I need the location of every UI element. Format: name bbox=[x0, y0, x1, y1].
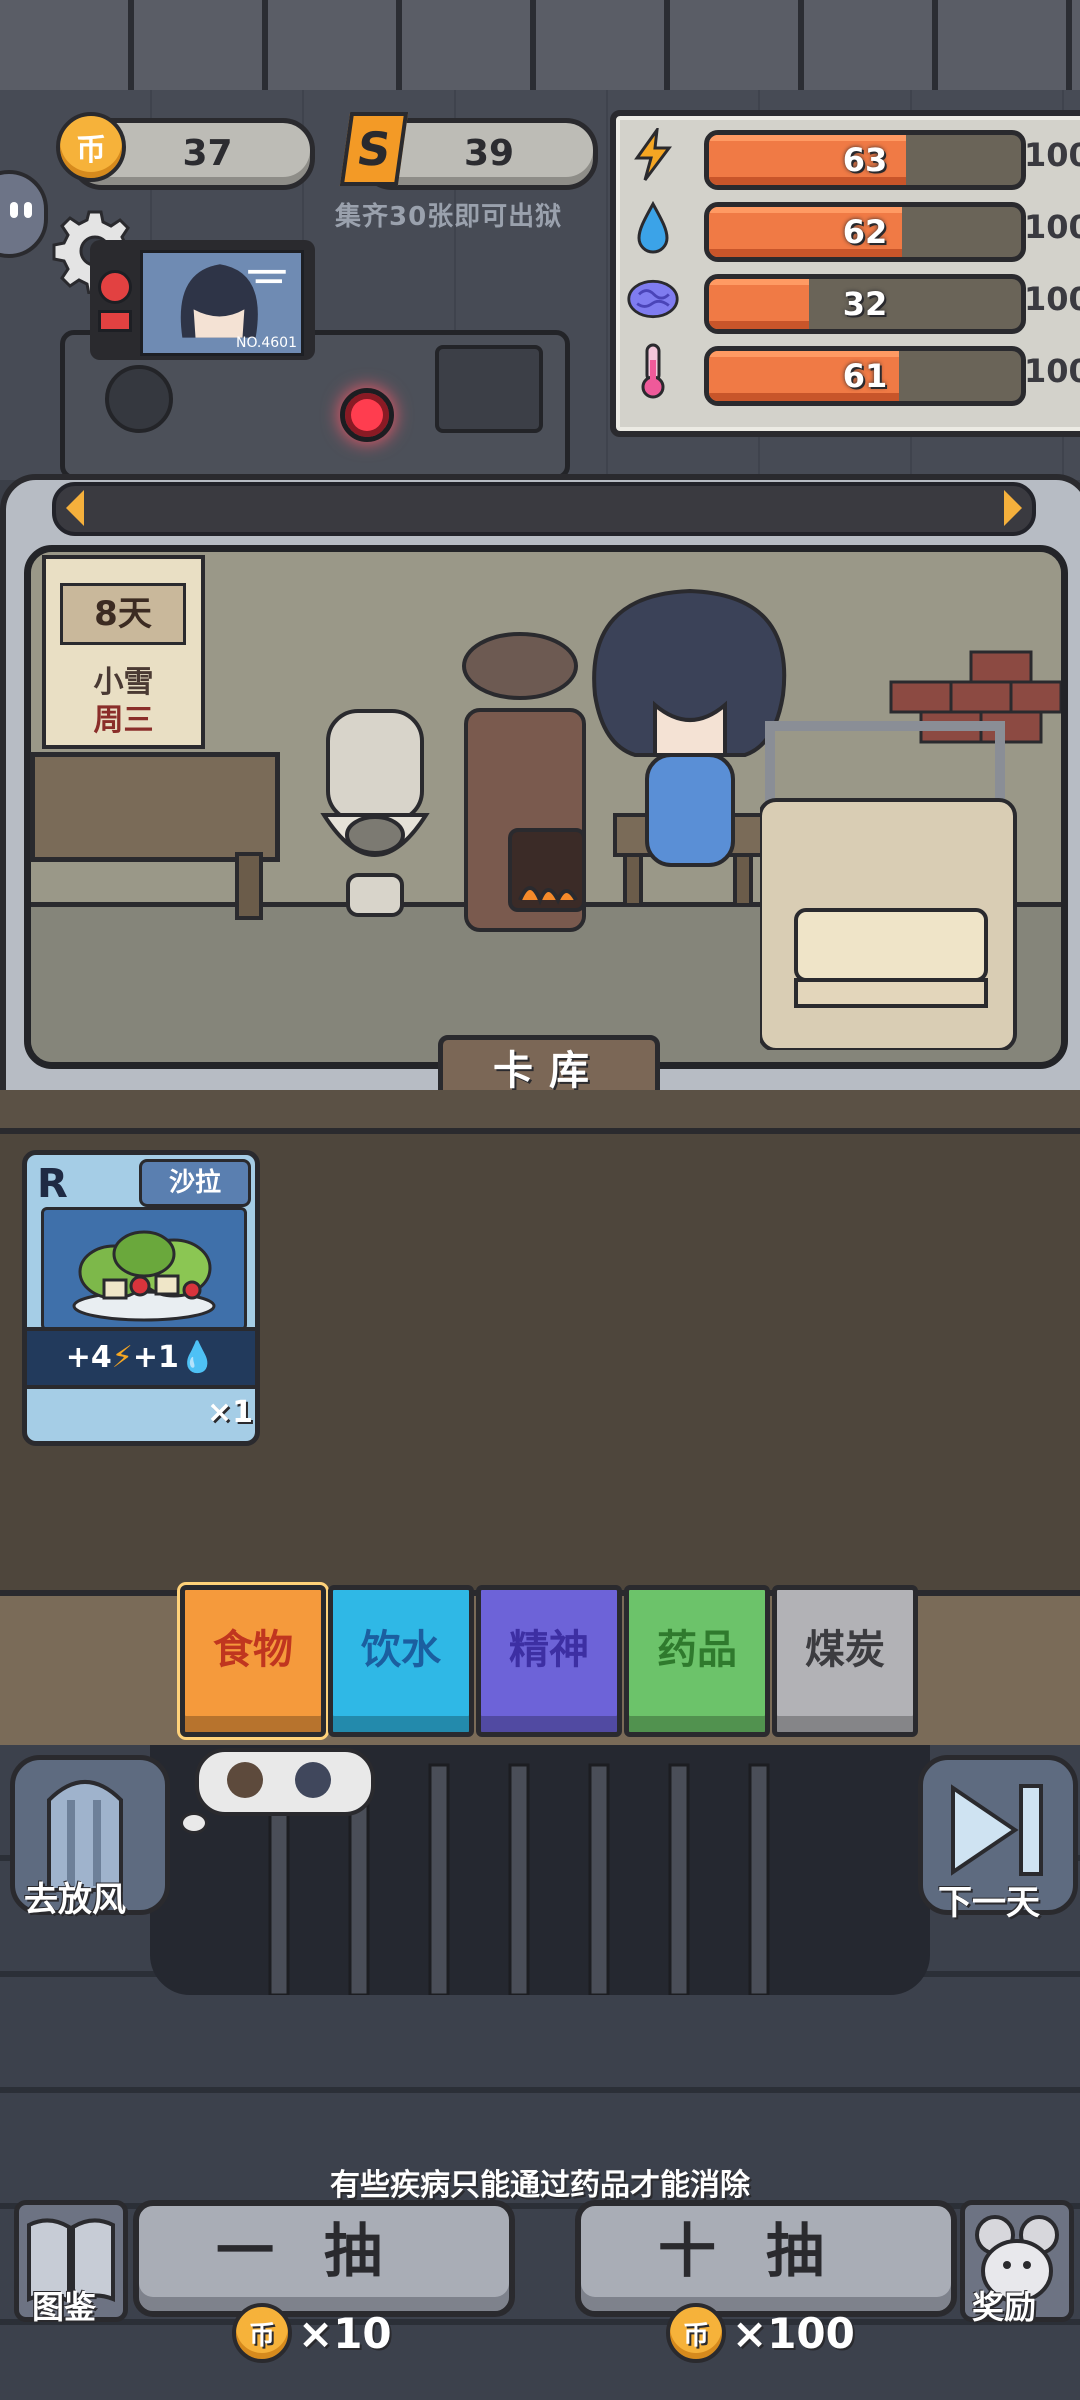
tab-mind[interactable]: 精神 bbox=[476, 1585, 622, 1737]
calendar[interactable]: 8天 小雪 周三 bbox=[42, 555, 205, 749]
calendar-weekday: 周三 bbox=[93, 703, 154, 738]
red-camera-light bbox=[340, 388, 394, 442]
collect-hint: 集齐30张即可出狱 bbox=[335, 202, 563, 232]
draw-ten-button[interactable]: 十抽 bbox=[575, 2200, 957, 2317]
coal-stove[interactable] bbox=[460, 630, 590, 940]
mind-max: 100 bbox=[1024, 280, 1080, 318]
thought-bubble-tail bbox=[180, 1812, 208, 1834]
coin-icon: 币 bbox=[666, 2303, 726, 2363]
energy-bar-track: 63 bbox=[704, 130, 1026, 190]
tab-water[interactable]: 饮水 bbox=[328, 1585, 474, 1737]
temperature-bar-track: 61 bbox=[704, 346, 1026, 406]
status-panel: 63 100 62 100 32 100 61 100 bbox=[610, 110, 1080, 437]
coin-icon: 币 bbox=[56, 112, 126, 182]
water-max: 100 bbox=[1024, 208, 1080, 246]
shard-icon: S bbox=[339, 112, 409, 186]
draw-one-button[interactable]: 一抽 bbox=[133, 2200, 515, 2317]
thermometer-icon bbox=[626, 343, 680, 399]
card-effect-water: +1 bbox=[132, 1340, 179, 1375]
monitor: NO.4601 bbox=[90, 240, 315, 360]
draw-ten-cost: 币 ×100 bbox=[666, 2302, 855, 2364]
card-title: 沙拉 bbox=[139, 1159, 251, 1207]
next-arrow-icon[interactable] bbox=[1004, 490, 1022, 526]
lightning-icon bbox=[626, 128, 680, 182]
coin-icon: 币 bbox=[232, 2303, 292, 2363]
card-rarity: R bbox=[37, 1161, 68, 1207]
mind-value: 32 bbox=[842, 285, 888, 323]
tab-coal[interactable]: 煤炭 bbox=[772, 1585, 918, 1737]
release-label: 去放风 bbox=[24, 1880, 126, 1920]
cell-bed[interactable] bbox=[760, 720, 1030, 1050]
energy-max: 100 bbox=[1024, 136, 1080, 174]
lightning-icon: ⚡ bbox=[111, 1340, 133, 1375]
card-effect-energy: +4 bbox=[65, 1340, 112, 1375]
energy-value: 63 bbox=[842, 141, 888, 179]
brain-icon bbox=[626, 272, 680, 326]
tab-food[interactable]: 食物 bbox=[180, 1585, 326, 1737]
calendar-day: 8天 bbox=[60, 583, 186, 645]
energy-bar: 63 100 bbox=[626, 124, 1080, 190]
thought-bubble bbox=[195, 1748, 375, 1816]
card-salad[interactable]: R 沙拉 +4⚡+1💧 ×1 bbox=[22, 1150, 260, 1446]
water-bar: 62 100 bbox=[626, 196, 1080, 262]
wooden-table bbox=[30, 752, 280, 920]
mind-bar: 32 100 bbox=[626, 268, 1080, 334]
card-count: ×1 bbox=[207, 1395, 254, 1430]
water-drop-icon: 💧 bbox=[178, 1340, 217, 1375]
monitor-label: NO.4601 bbox=[235, 335, 297, 351]
water-value: 62 bbox=[842, 213, 888, 251]
scene-nav-bar bbox=[52, 482, 1036, 536]
next-day-label: 下一天 bbox=[938, 1883, 1040, 1923]
temperature-max: 100 bbox=[1024, 352, 1080, 390]
temperature-value: 61 bbox=[842, 357, 888, 395]
water-drop-icon bbox=[626, 200, 680, 254]
draw-one-cost-value: ×10 bbox=[298, 2308, 392, 2358]
card-effect: +4⚡+1💧 bbox=[27, 1327, 255, 1389]
draw-ten-cost-value: ×100 bbox=[732, 2308, 855, 2358]
toilet[interactable] bbox=[320, 705, 430, 925]
prisoner-portrait: NO.4601 bbox=[140, 250, 304, 356]
gameplay-tip: 有些疾病只能通过药品才能消除 bbox=[330, 2168, 750, 2203]
temperature-bar: 61 100 bbox=[626, 340, 1080, 406]
previous-arrow-icon[interactable] bbox=[66, 490, 84, 526]
reward-label: 奖励 bbox=[972, 2288, 1037, 2326]
codex-label: 图鉴 bbox=[32, 2288, 97, 2326]
water-bar-track: 62 bbox=[704, 202, 1026, 262]
ceiling-stones bbox=[0, 0, 1080, 90]
salad-icon bbox=[41, 1207, 247, 1331]
mind-bar-track: 32 bbox=[704, 274, 1026, 334]
tab-medicine[interactable]: 药品 bbox=[624, 1585, 770, 1737]
draw-one-cost: 币 ×10 bbox=[232, 2302, 392, 2364]
